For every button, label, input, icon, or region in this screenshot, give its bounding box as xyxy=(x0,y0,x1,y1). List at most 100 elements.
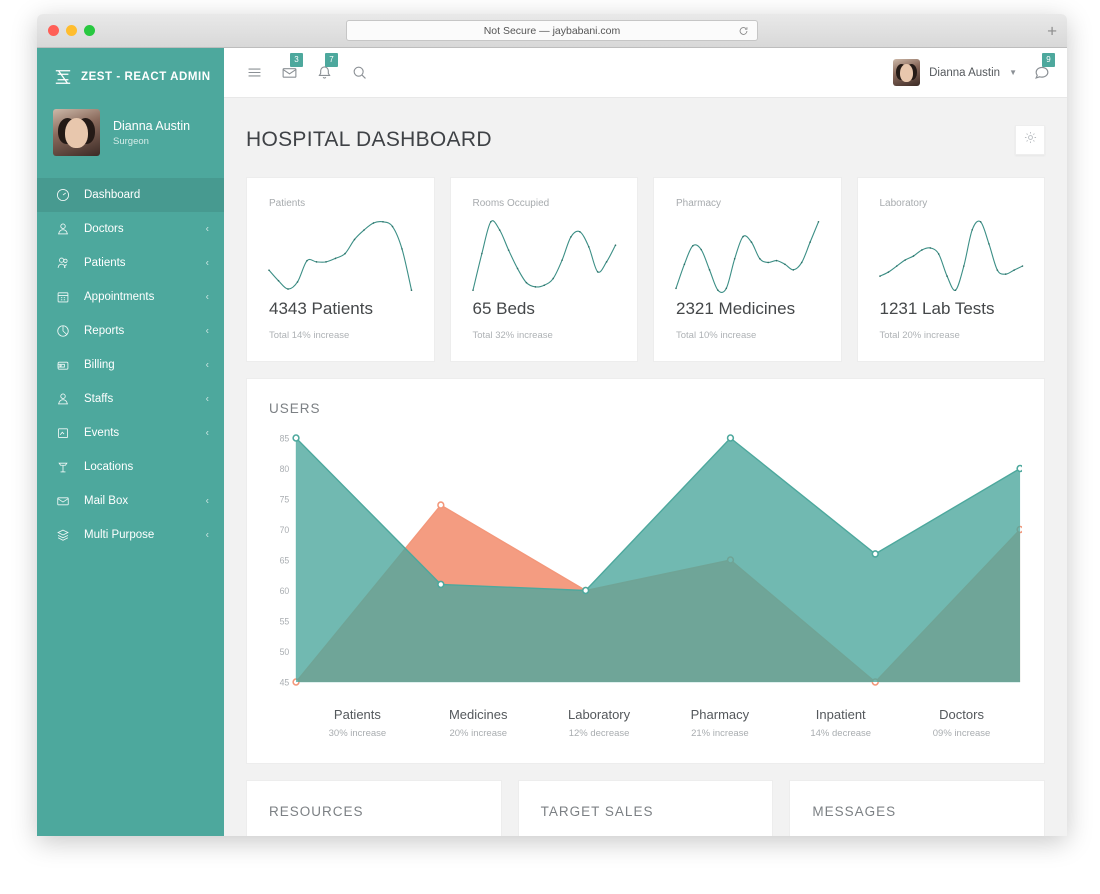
sidebar-item-appointments[interactable]: Appointments ‹ xyxy=(37,280,224,314)
chart-category-change: 21% increase xyxy=(691,728,749,739)
svg-text:85: 85 xyxy=(280,433,290,443)
stat-value: 1231 Lab Tests xyxy=(879,299,995,318)
target-sales-card[interactable]: TARGET SALES xyxy=(517,780,774,836)
stat-label: Patients xyxy=(269,198,306,209)
chart-category-name: Patients xyxy=(333,707,381,722)
svg-text:75: 75 xyxy=(280,494,290,504)
chart-category-name: Inpatient xyxy=(815,707,866,722)
sidebar-item-doctors[interactable]: Doctors ‹ xyxy=(37,212,224,246)
stat-value: 4343 Patients xyxy=(269,299,373,318)
calendar-icon xyxy=(54,289,71,306)
sidebar-item-billing[interactable]: Billing ‹ xyxy=(37,348,224,382)
mail-icon[interactable]: 3 xyxy=(281,53,303,81)
bell-badge: 7 xyxy=(325,53,338,67)
sidebar-item-multi-purpose[interactable]: Multi Purpose ‹ xyxy=(37,518,224,552)
chevron-left-icon: ‹ xyxy=(205,495,209,507)
chevron-left-icon: ‹ xyxy=(205,427,209,439)
address-bar[interactable]: Not Secure — jaybabani.com xyxy=(346,20,758,41)
stat-label: Laboratory xyxy=(879,198,928,209)
chart-category-change: 09% increase xyxy=(932,728,991,739)
svg-text:55: 55 xyxy=(280,616,290,626)
main-content: 3 7 Dianna Austin ▼ 9 HOSPITAL DASHBOARD… xyxy=(224,48,1067,836)
sidebar-item-label: Mail Box xyxy=(84,495,129,507)
brand[interactable]: ZEST - REACT ADMIN xyxy=(37,48,224,105)
chart-category-name: Pharmacy xyxy=(690,707,750,722)
svg-text:60: 60 xyxy=(280,586,290,596)
new-tab-button[interactable]: + xyxy=(1047,22,1057,39)
stat-card-rooms-occupied[interactable]: Rooms Occupied 65 Beds Total 32% increas… xyxy=(449,177,638,362)
chevron-left-icon: ‹ xyxy=(205,223,209,235)
svg-text:70: 70 xyxy=(280,525,290,535)
sidebar-item-patients[interactable]: Patients ‹ xyxy=(37,246,224,280)
stat-value: 65 Beds xyxy=(472,299,535,318)
messages-card[interactable]: MESSAGES xyxy=(789,780,1046,836)
sidebar-item-mail-box[interactable]: Mail Box ‹ xyxy=(37,484,224,518)
search-icon[interactable] xyxy=(351,64,368,81)
sidebar-nav: Dashboard Doctors ‹ Patients ‹ Appointme… xyxy=(37,178,224,552)
stat-card-pharmacy[interactable]: Pharmacy 2321 Medicines Total 10% increa… xyxy=(653,177,842,362)
stat-card-patients[interactable]: Patients 4343 Patients Total 14% increas… xyxy=(246,177,435,362)
stat-subtext: Total 14% increase xyxy=(269,330,350,341)
chart-x-label: Medicines 20% increase xyxy=(418,707,539,739)
minimize-window-button[interactable] xyxy=(66,25,77,36)
mail-badge: 3 xyxy=(290,53,303,67)
card-title: RESOURCES xyxy=(269,804,364,819)
sidebar-profile[interactable]: Dianna Austin Surgeon xyxy=(37,105,224,178)
doctor-icon xyxy=(54,221,71,238)
page-header: HOSPITAL DASHBOARD xyxy=(246,98,1045,177)
stat-label: Pharmacy xyxy=(676,198,722,209)
chart-x-label: Inpatient 14% decrease xyxy=(780,707,901,739)
topbar: 3 7 Dianna Austin ▼ 9 xyxy=(224,48,1067,98)
chart-category-name: Laboratory xyxy=(567,707,631,722)
chart-x-label: Laboratory 12% decrease xyxy=(539,707,660,739)
area-chart: 45 50 55 60 65 70 75 80 85 xyxy=(269,428,1022,696)
topbar-left-actions: 3 7 xyxy=(246,53,368,81)
resources-card[interactable]: RESOURCES xyxy=(246,780,502,836)
sidebar-item-label: Locations xyxy=(84,461,134,473)
chart-category-change: 20% increase xyxy=(449,728,508,739)
chat-icon[interactable]: 9 xyxy=(1033,52,1055,82)
sidebar-item-staffs[interactable]: Staffs ‹ xyxy=(37,382,224,416)
sidebar-item-dashboard[interactable]: Dashboard xyxy=(37,178,224,212)
sidebar-item-label: Staffs xyxy=(84,393,114,405)
browser-window: Not Secure — jaybabani.com + ZEST - REAC… xyxy=(37,14,1067,836)
close-window-button[interactable] xyxy=(48,25,59,36)
brand-label: ZEST - REACT ADMIN xyxy=(81,70,211,83)
sidebar-item-label: Appointments xyxy=(84,291,155,303)
stat-label: Rooms Occupied xyxy=(472,198,550,209)
svg-text:65: 65 xyxy=(280,555,290,565)
maximize-window-button[interactable] xyxy=(84,25,95,36)
sparkline-chart xyxy=(675,213,820,299)
hamburger-icon[interactable] xyxy=(246,64,263,81)
bell-icon[interactable]: 7 xyxy=(316,53,338,81)
layers-icon xyxy=(54,527,71,544)
sidebar-item-label: Patients xyxy=(84,257,126,269)
stat-card-laboratory[interactable]: Laboratory 1231 Lab Tests Total 20% incr… xyxy=(856,177,1045,362)
user-menu[interactable]: Dianna Austin ▼ xyxy=(893,59,1017,86)
browser-titlebar: Not Secure — jaybabani.com + xyxy=(37,14,1067,48)
chevron-down-icon: ▼ xyxy=(1009,68,1017,77)
sidebar-item-label: Events xyxy=(84,427,120,439)
svg-text:45: 45 xyxy=(280,677,290,687)
reload-icon[interactable] xyxy=(738,25,749,36)
chart-category-name: Medicines xyxy=(448,707,508,722)
sparkline-chart xyxy=(268,213,413,299)
patients-icon xyxy=(54,255,71,272)
sidebar-item-label: Reports xyxy=(84,325,125,337)
avatar xyxy=(893,59,921,86)
chat-badge: 9 xyxy=(1042,52,1055,67)
sidebar-item-reports[interactable]: Reports ‹ xyxy=(37,314,224,348)
window-controls[interactable] xyxy=(37,25,95,36)
settings-button[interactable] xyxy=(1015,125,1045,155)
chart-x-label: Doctors 09% increase xyxy=(901,707,1022,739)
stat-value: 2321 Medicines xyxy=(676,299,796,318)
url-text: Not Secure — jaybabani.com xyxy=(483,24,621,37)
chevron-left-icon: ‹ xyxy=(205,257,209,269)
content-scroll-area: HOSPITAL DASHBOARD Patients 4343 Patient… xyxy=(224,98,1067,836)
sidebar-item-locations[interactable]: Locations xyxy=(37,450,224,484)
stat-subtext: Total 20% increase xyxy=(879,330,960,341)
chart-x-axis-labels: Patients 30% increase Medicines 20% increas… xyxy=(269,696,1022,763)
sidebar-item-label: Dashboard xyxy=(84,189,141,201)
sidebar-item-label: Multi Purpose xyxy=(84,529,155,541)
sidebar-item-events[interactable]: Events ‹ xyxy=(37,416,224,450)
